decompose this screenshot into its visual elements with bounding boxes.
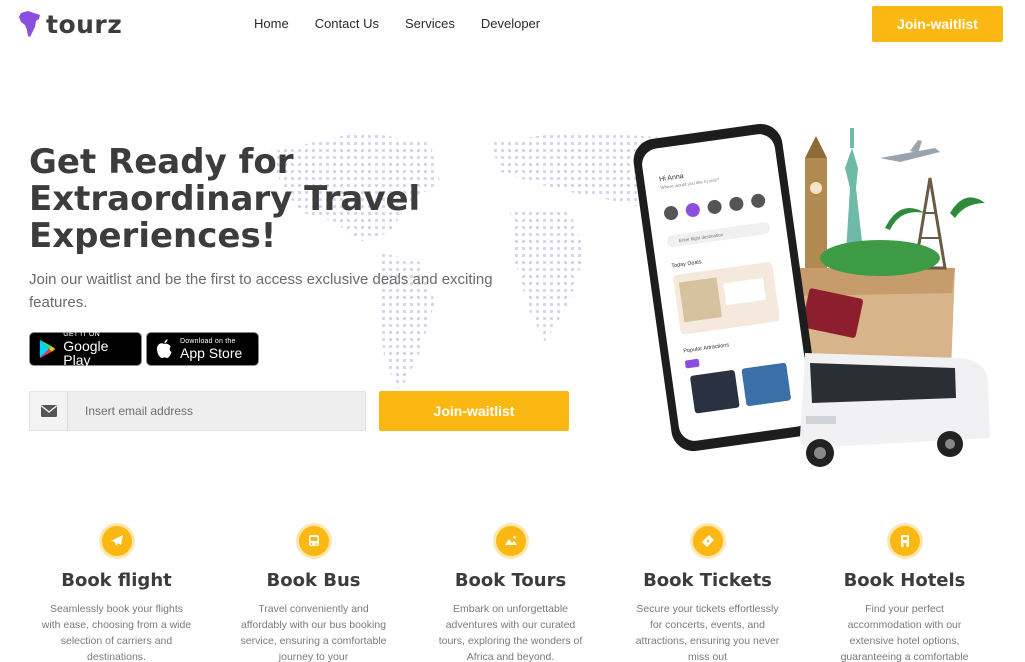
tour-icon	[504, 536, 517, 545]
logo[interactable]: tourz	[18, 9, 122, 39]
phone-mockup: Hi Anna Where would you like to visit? E…	[633, 123, 821, 452]
big-ben	[805, 158, 827, 268]
feature-book-flight[interactable]: Book flight Seamlessly book your flights…	[18, 526, 215, 662]
feature-book-tickets[interactable]: Book Tickets Secure your tickets effortl…	[609, 526, 806, 662]
site-header: tourz Home Contact Us Services Developer…	[0, 0, 1025, 50]
email-input[interactable]	[68, 393, 348, 429]
feature-title: Book Bus	[266, 570, 361, 591]
feature-book-tours[interactable]: Book Tours Embark on unforgettable adven…	[412, 526, 609, 662]
feature-description: Find your perfect accommodation with our…	[840, 603, 969, 662]
bus-icon	[308, 535, 319, 546]
nav-contact-us[interactable]: Contact Us	[315, 16, 379, 31]
feature-book-hotels[interactable]: Book Hotels Find your perfect accommodat…	[806, 526, 1003, 662]
nav-developer[interactable]: Developer	[481, 16, 540, 31]
feature-title: Book Tours	[454, 570, 567, 591]
app-store-badge[interactable]: Download on the App Store	[146, 332, 259, 366]
app-store-small-text: Download on the	[180, 338, 236, 345]
feature-description: Embark on unforgettable adventures with …	[438, 603, 583, 662]
feature-book-bus[interactable]: Book Bus Travel conveniently and afforda…	[215, 526, 412, 662]
feature-description: Travel conveniently and affordably with …	[240, 603, 387, 662]
airplane-silhouette	[880, 140, 940, 162]
features-section: Book flight Seamlessly book your flights…	[18, 526, 1008, 662]
google-play-icon	[39, 339, 56, 359]
nav-services[interactable]: Services	[405, 16, 455, 31]
feature-title: Book Hotels	[843, 570, 966, 591]
nav-home[interactable]: Home	[254, 16, 289, 31]
mail-icon	[40, 405, 57, 417]
feature-title: Book flight	[61, 570, 172, 591]
main-nav: Home Contact Us Services Developer	[254, 16, 540, 31]
feature-description: Seamlessly book your flights with ease, …	[41, 603, 192, 662]
mail-icon-box	[30, 392, 68, 430]
hero-join-waitlist-button[interactable]: Join-waitlist	[379, 391, 569, 431]
apple-icon	[157, 339, 172, 358]
hotel-icon	[900, 535, 909, 547]
google-play-big-text: Google Play	[63, 338, 109, 368]
airplane-icon	[110, 535, 123, 546]
ticket-icon	[701, 535, 714, 547]
feature-title: Book Tickets	[643, 570, 772, 591]
app-store-big-text: App Store	[180, 345, 243, 361]
hero-illustration: Hi Anna Where would you like to visit? E…	[633, 123, 990, 467]
hero-subtitle: Join our waitlist and be the first to ac…	[29, 271, 493, 311]
google-play-small-text: GET IT ON	[63, 331, 100, 338]
africa-logo-icon	[19, 11, 40, 37]
hero-title: Get Ready for Extraordinary Travel Exper…	[29, 142, 421, 256]
email-field-group	[29, 391, 366, 431]
bus-illustration	[800, 353, 990, 467]
logo-text: tourz	[46, 9, 123, 39]
feature-description: Secure your tickets effortlessly for con…	[635, 603, 780, 662]
header-join-waitlist-button[interactable]: Join-waitlist	[872, 6, 1003, 42]
google-play-badge[interactable]: GET IT ON Google Play	[29, 331, 142, 368]
